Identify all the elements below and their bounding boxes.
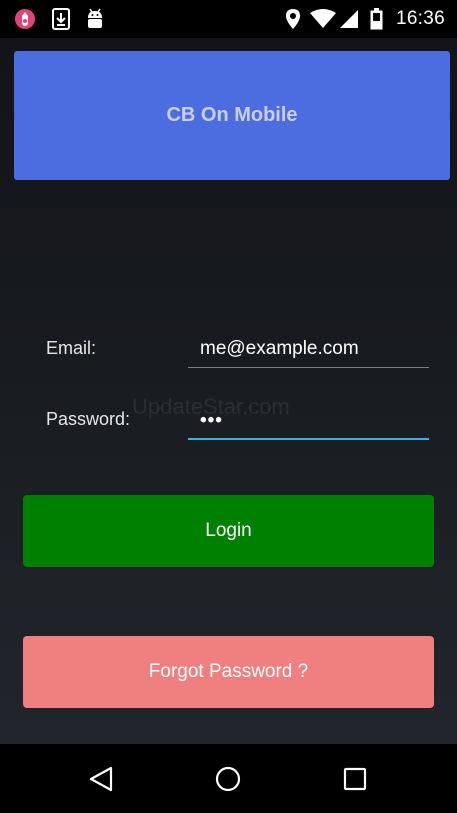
login-button[interactable]: Login bbox=[23, 495, 434, 567]
recents-button[interactable] bbox=[337, 761, 373, 797]
navigation-bar bbox=[0, 744, 457, 813]
back-icon bbox=[89, 766, 113, 792]
password-field[interactable]: ••• bbox=[188, 406, 429, 440]
status-time: 16:36 bbox=[395, 8, 445, 29]
home-icon bbox=[215, 766, 241, 792]
status-bar: 16:36 bbox=[0, 0, 457, 38]
app-title: CB On Mobile bbox=[166, 104, 298, 126]
android-debug-icon bbox=[84, 7, 106, 31]
wifi-icon bbox=[310, 7, 336, 31]
password-label: Password: bbox=[46, 409, 131, 429]
back-button[interactable] bbox=[83, 761, 119, 797]
home-button[interactable] bbox=[210, 761, 246, 797]
signal-icon bbox=[338, 7, 360, 31]
battery-icon bbox=[369, 7, 383, 31]
recents-icon bbox=[343, 767, 367, 791]
login-screen: CB On Mobile Email: me@example.com Updat… bbox=[0, 38, 457, 744]
phone-screen: 16:36 CB On Mobile Email: me@example.com… bbox=[0, 0, 457, 813]
email-label: Email: bbox=[46, 338, 97, 358]
login-button-label: Login bbox=[205, 520, 252, 541]
download-icon bbox=[50, 7, 72, 31]
app-header: CB On Mobile bbox=[14, 51, 450, 180]
forgot-password-label: Forgot Password ? bbox=[148, 661, 309, 682]
app-notification-icon bbox=[12, 7, 38, 31]
email-field[interactable]: me@example.com bbox=[188, 334, 429, 368]
forgot-password-button[interactable]: Forgot Password ? bbox=[23, 636, 434, 708]
location-icon bbox=[283, 7, 303, 31]
